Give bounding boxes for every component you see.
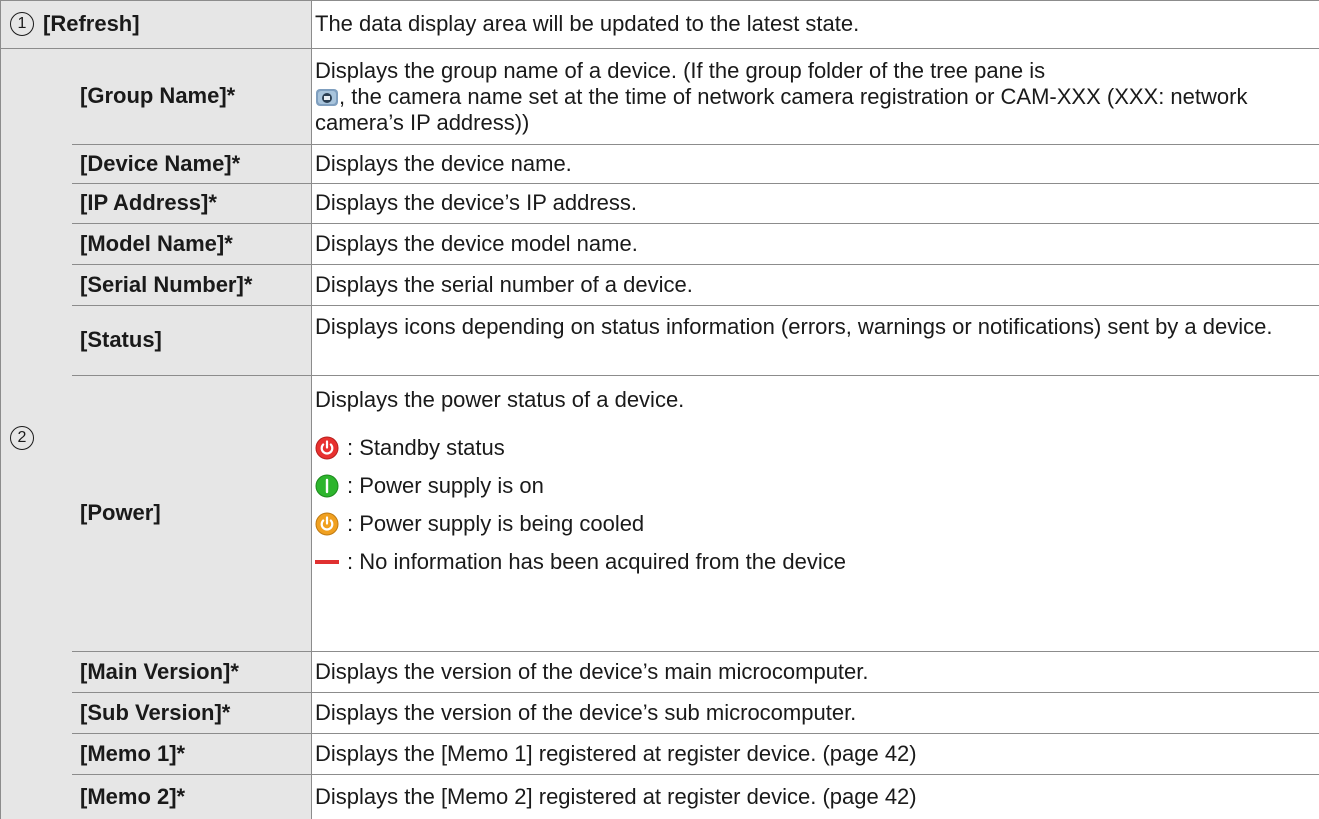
main-version-description: Displays the version of the device’s mai… [315,658,869,684]
no-info-dash-icon [315,560,339,564]
ip-address-label: [IP Address]* [80,190,217,215]
status-label: [Status] [80,327,162,352]
memo2-description: Displays the [Memo 2] registered at regi… [315,783,917,809]
model-name-label: [Model Name]* [80,230,233,256]
power-item-on: : Power supply is on [315,467,1311,505]
camera-group-icon [316,89,338,106]
device-name-description: Displays the device name. [315,150,572,176]
memo2-label: [Memo 2]* [80,783,186,809]
memo1-description: Displays the [Memo 1] registered at regi… [315,740,917,766]
column-divider [311,0,312,819]
group-name-label: [Group Name]* [80,83,236,108]
power-item-no-info: : No information has been acquired from … [315,543,1311,581]
group-name-description: Displays the group name of a device. (If… [315,58,1248,135]
serial-number-label: [Serial Number]* [80,271,253,297]
power-on-icon [315,474,339,498]
power-item-cooling: : Power supply is being cooled [315,505,1311,543]
cooling-power-icon [315,512,339,536]
power-item-standby: : Standby status [315,429,1311,467]
power-label: [Power] [80,500,161,525]
refresh-description: The data display area will be updated to… [315,11,860,36]
status-description: Displays icons depending on status infor… [315,314,1273,339]
standby-power-icon [315,436,339,460]
model-name-description: Displays the device model name. [315,230,638,256]
power-description: Displays the power status of a device. :… [315,387,1311,581]
sub-version-description: Displays the version of the device’s sub… [315,699,857,725]
main-version-label: [Main Version]* [80,658,239,684]
serial-number-description: Displays the serial number of a device. [315,271,693,297]
sub-version-label: [Sub Version]* [80,699,231,725]
settings-description-table: 1 [Refresh] The data display area will b… [0,0,1319,819]
item-number-2: 2 [2,418,42,458]
memo1-label: [Memo 1]* [80,740,186,766]
refresh-label: [Refresh] [43,11,140,36]
item-number-1: 1 [2,0,42,48]
device-name-label: [Device Name]* [80,150,241,176]
table-border-left [0,0,1,819]
ip-address-description: Displays the device’s IP address. [315,190,638,215]
